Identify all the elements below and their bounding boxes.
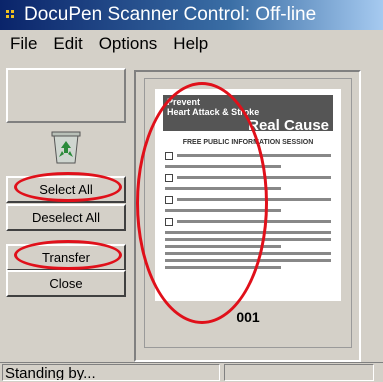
document-heading-line1: Prevent — [167, 97, 201, 107]
docupen-app-icon — [4, 7, 20, 23]
menu-edit[interactable]: Edit — [53, 34, 82, 54]
menu-options[interactable]: Options — [99, 34, 158, 54]
select-all-button[interactable]: Select All — [6, 176, 126, 203]
close-button[interactable]: Close — [6, 270, 126, 297]
menu-file[interactable]: File — [10, 34, 37, 54]
left-panel: Select All Deselect All Transfer Close — [0, 58, 134, 358]
status-bar: Standing by... — [0, 362, 383, 382]
status-pane-secondary — [224, 364, 374, 381]
document-body: FREE PUBLIC INFORMATION SESSION — [165, 139, 331, 273]
deselect-all-button[interactable]: Deselect All — [6, 204, 126, 231]
recycle-bin-icon — [51, 131, 81, 164]
status-text: Standing by... — [2, 364, 220, 381]
right-edge-panel — [362, 58, 383, 362]
document-subheading: FREE PUBLIC INFORMATION SESSION — [182, 139, 314, 146]
menu-help[interactable]: Help — [173, 34, 208, 54]
page-number-label: 001 — [236, 309, 260, 325]
document-heading: Prevent Heart Attack & Stroke Real Cause — [163, 95, 333, 134]
page-thumbnail[interactable]: Prevent Heart Attack & Stroke Real Cause… — [144, 78, 352, 348]
transfer-button[interactable]: Transfer — [6, 244, 126, 271]
blank-button[interactable] — [6, 68, 126, 123]
menu-bar: File Edit Options Help — [0, 30, 383, 58]
title-bar: DocuPen Scanner Control: Off-line — [0, 0, 383, 30]
window-title: DocuPen Scanner Control: Off-line — [24, 4, 317, 25]
recycle-bin-button[interactable] — [6, 120, 126, 172]
document-heading-line2: Heart Attack & Stroke — [167, 107, 260, 117]
scan-preview-area: Prevent Heart Attack & Stroke Real Cause… — [134, 70, 361, 362]
document-heading-big: Real Cause — [248, 117, 329, 134]
scanned-page-image: Prevent Heart Attack & Stroke Real Cause… — [155, 89, 341, 301]
